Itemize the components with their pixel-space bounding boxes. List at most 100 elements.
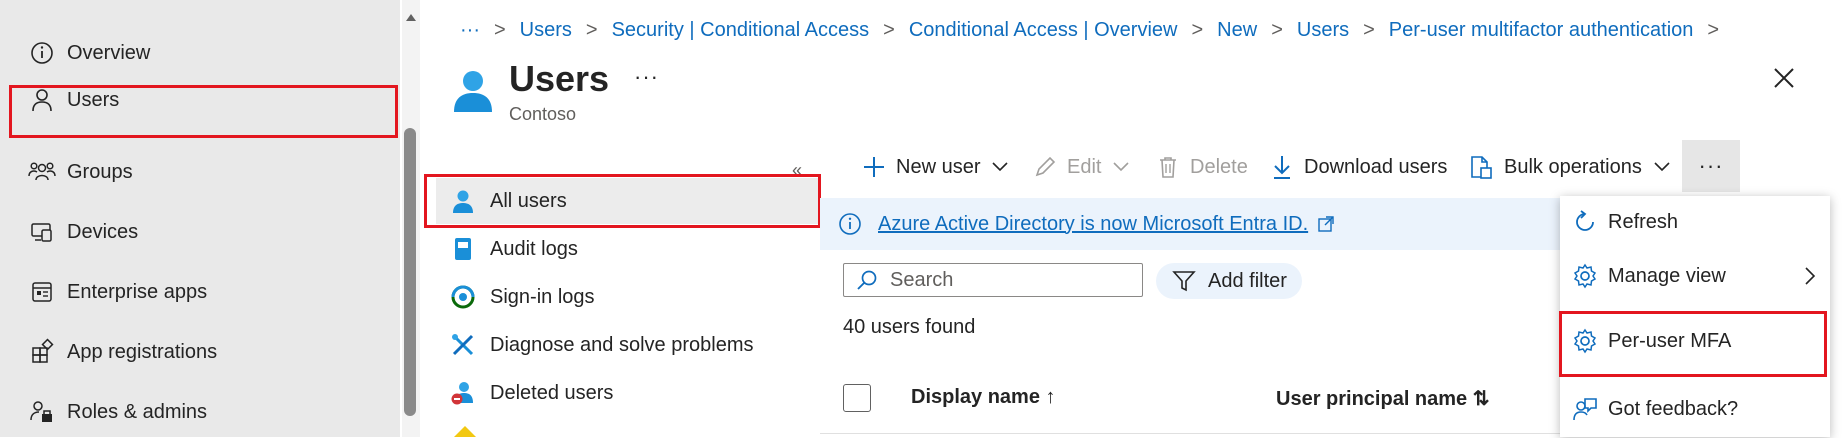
breadcrumb-item[interactable]: New	[1217, 19, 1257, 42]
apps-icon	[32, 282, 52, 302]
search-icon	[857, 270, 877, 290]
page-title: Users	[509, 58, 610, 99]
more-actions-button[interactable]: ···	[1682, 140, 1740, 192]
external-link-icon[interactable]	[1318, 216, 1334, 232]
table-divider	[820, 433, 1560, 434]
sub-nav-label: Deleted users	[490, 381, 614, 404]
menu-item-per-user-mfa[interactable]: Per-user MFA	[1560, 315, 1830, 367]
nav-item-groups[interactable]: Groups	[10, 146, 394, 198]
sub-nav-label: Sign-in logs	[490, 285, 595, 308]
close-icon[interactable]	[1772, 66, 1796, 90]
nav-item-roles-admins[interactable]: Roles & admins	[10, 386, 394, 438]
left-navigation: Overview Users Groups Devices Enterprise…	[0, 0, 400, 437]
bulk-operations-icon	[1471, 156, 1492, 179]
roles-icon	[30, 401, 52, 422]
filter-icon	[1172, 271, 1196, 292]
download-users-label: Download users	[1304, 155, 1448, 178]
sub-nav-item-sign-in-logs[interactable]: Sign-in logs	[436, 274, 818, 320]
search-input[interactable]: Search	[843, 263, 1143, 297]
breadcrumb-separator: >	[1191, 18, 1204, 41]
sub-nav-item-audit-logs[interactable]: Audit logs	[436, 226, 818, 272]
breadcrumb-separator: >	[1363, 18, 1375, 41]
nav-item-enterprise-apps[interactable]: Enterprise apps	[10, 266, 394, 318]
select-all-checkbox[interactable]	[843, 384, 871, 412]
sub-nav-label: Audit logs	[490, 237, 578, 260]
breadcrumb-item[interactable]: Per-user multifactor authentication	[1389, 19, 1694, 42]
chevron-right-icon	[1805, 267, 1816, 285]
sub-nav-item-diagnose[interactable]: Diagnose and solve problems	[436, 322, 818, 368]
devices-icon	[31, 223, 52, 242]
column-header-user-principal-name[interactable]: User principal name ⇅	[1276, 386, 1490, 411]
users-count: 40 users found	[843, 316, 976, 338]
add-filter-button[interactable]: Add filter	[1156, 263, 1302, 299]
people-icon	[28, 162, 56, 181]
info-banner: Azure Active Directory is now Microsoft …	[820, 198, 1560, 250]
page-subtitle: Contoso	[509, 104, 577, 124]
nav-item-label: Roles & admins	[67, 400, 208, 423]
sub-nav-item-all-users[interactable]: All users	[436, 178, 818, 224]
breadcrumb-item[interactable]: Conditional Access | Overview	[909, 19, 1178, 42]
chevron-down-icon	[1654, 162, 1670, 172]
plus-icon	[864, 157, 884, 177]
sign-in-logs-icon	[451, 285, 475, 309]
menu-item-label: Manage view	[1608, 264, 1726, 287]
info-icon	[31, 42, 53, 64]
users-page-icon	[454, 71, 492, 112]
nav-item-overview[interactable]: Overview	[10, 27, 394, 79]
new-user-label: New user	[896, 155, 981, 178]
breadcrumb-item[interactable]: Users	[520, 19, 572, 42]
breadcrumb-item[interactable]: Users	[1297, 19, 1349, 42]
delete-button[interactable]: Delete	[1156, 150, 1248, 184]
new-user-button[interactable]: New user	[862, 150, 1009, 184]
diagnose-icon	[452, 334, 474, 356]
feedback-icon	[1573, 398, 1597, 421]
download-icon	[1274, 156, 1290, 179]
nav-item-label: Groups	[67, 160, 133, 183]
menu-item-refresh[interactable]: Refresh	[1560, 196, 1830, 248]
column-header-display-name[interactable]: Display name ↑	[911, 386, 1056, 409]
banner-link[interactable]: Azure Active Directory is now Microsoft …	[878, 213, 1308, 236]
breadcrumb-ellipsis[interactable]: ···	[460, 19, 480, 42]
pencil-icon	[1035, 156, 1056, 177]
nav-item-label: Enterprise apps	[67, 280, 208, 303]
title-more-button[interactable]: ···	[634, 64, 659, 90]
nav-item-devices[interactable]: Devices	[10, 206, 394, 258]
download-users-button[interactable]: Download users	[1270, 150, 1447, 184]
nav-item-users[interactable]: Users	[10, 74, 394, 126]
bulk-operations-label: Bulk operations	[1504, 155, 1642, 178]
sub-nav-item-deleted-users[interactable]: Deleted users	[436, 370, 818, 416]
sub-nav-label: All users	[490, 189, 567, 212]
edit-label: Edit	[1067, 155, 1102, 178]
gear-icon	[1573, 263, 1597, 289]
breadcrumb-item[interactable]: Security | Conditional Access	[612, 19, 870, 42]
bulk-operations-button[interactable]: Bulk operations	[1468, 150, 1670, 184]
user-icon	[453, 190, 473, 213]
menu-item-label: Per-user MFA	[1608, 329, 1732, 352]
trash-icon	[1160, 157, 1176, 178]
menu-item-got-feedback[interactable]: Got feedback?	[1560, 383, 1830, 435]
scroll-up-icon[interactable]	[404, 10, 418, 24]
breadcrumb: ··· > Users > Security | Conditional Acc…	[460, 14, 1733, 46]
breadcrumb-separator: >	[493, 18, 506, 41]
add-filter-label: Add filter	[1208, 269, 1287, 292]
nav-item-label: Devices	[67, 220, 139, 243]
info-icon	[839, 213, 861, 235]
scrollbar-thumb[interactable]	[404, 128, 416, 416]
search-placeholder: Search	[890, 268, 954, 291]
menu-item-manage-view[interactable]: Manage view	[1560, 250, 1830, 302]
breadcrumb-separator: >	[883, 18, 895, 41]
person-icon	[32, 89, 52, 112]
menu-item-label: Got feedback?	[1608, 397, 1739, 420]
refresh-icon	[1576, 210, 1594, 231]
sub-nav-label: Diagnose and solve problems	[490, 333, 754, 356]
nav-item-app-registrations[interactable]: App registrations	[10, 326, 394, 378]
more-actions-menu: Refresh Manage view Per-user MFA Got fee…	[1560, 196, 1830, 437]
nav-item-label: Overview	[67, 41, 151, 64]
chevron-down-icon	[1113, 162, 1130, 172]
audit-logs-icon	[455, 238, 471, 260]
edit-button[interactable]: Edit	[1033, 150, 1130, 184]
nav-item-label: App registrations	[67, 340, 218, 363]
deleted-user-icon	[451, 382, 473, 405]
nav-item-label: Users	[67, 88, 120, 111]
chevron-down-icon	[992, 162, 1009, 172]
